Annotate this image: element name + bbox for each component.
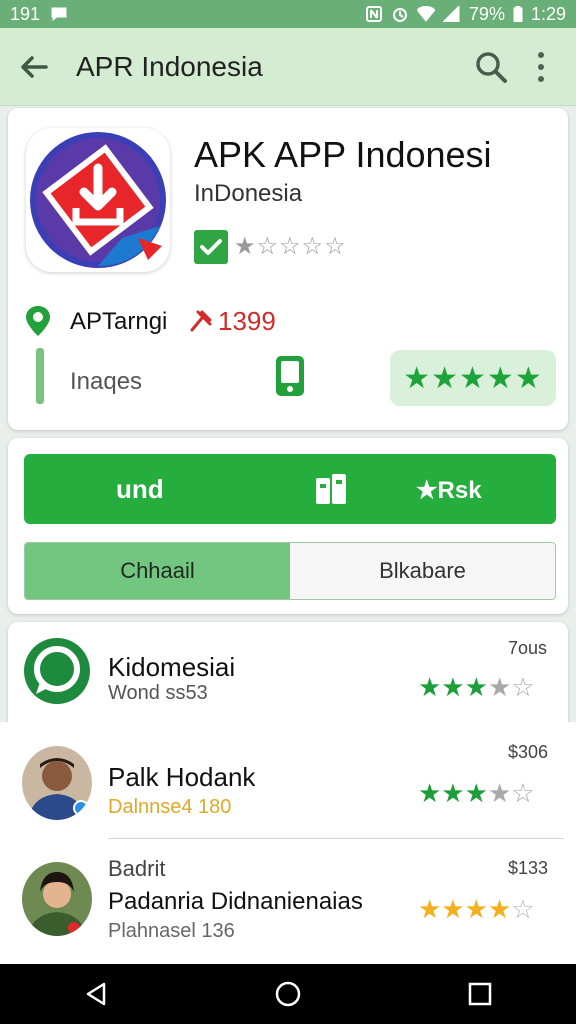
battery-icon	[513, 5, 523, 23]
wifi-icon	[416, 5, 436, 22]
status-left-text: 191	[10, 3, 41, 24]
signal-icon	[441, 4, 461, 23]
avatar[interactable]	[22, 862, 92, 936]
chat-bubble-icon	[24, 638, 90, 704]
phone-icon[interactable]	[274, 354, 306, 398]
app-name: APK APP Indonesi	[194, 134, 492, 175]
review-time: 7ous	[508, 638, 548, 658]
review-stars: ★★★★☆	[418, 778, 535, 809]
images-indicator	[36, 348, 44, 404]
review-stars-rest: ★☆	[487, 778, 535, 808]
review-title: Palk Hodank	[108, 762, 256, 792]
nfc-icon	[365, 6, 383, 22]
review-subtitle: Dalnnse4 180	[108, 796, 232, 818]
review-title: Kidomesiai	[108, 652, 236, 682]
review-card[interactable]: Kidomesiai Wond ss53 7ous ★★★★☆	[8, 622, 568, 722]
app-bar: APR Indonesia	[0, 28, 576, 106]
app-developer[interactable]: InDonesia	[194, 180, 302, 208]
rate-label[interactable]: ★Rsk	[416, 476, 482, 505]
app-logo-icon[interactable]	[26, 128, 170, 272]
tab-details[interactable]: Chhaail	[25, 543, 290, 599]
review-subtitle: Wond ss53	[108, 682, 208, 704]
notification-icon	[50, 6, 68, 22]
tab-reviews[interactable]: Blkabare	[290, 543, 555, 599]
battery-percent: 79%	[468, 3, 505, 24]
install-label: und	[116, 474, 164, 504]
review-stars-full: ★★★	[418, 672, 488, 702]
primary-action-button[interactable]: und ★Rsk	[24, 454, 556, 524]
alarm-icon	[391, 6, 409, 22]
actions-card: und ★Rsk Chhaail Blkabare	[8, 438, 568, 614]
review-time: $133	[508, 858, 549, 878]
back-arrow-icon[interactable]	[16, 49, 52, 85]
download-count: 1399	[218, 306, 276, 336]
review-time: $306	[508, 742, 549, 762]
location-pin-icon	[26, 306, 50, 336]
avatar[interactable]	[22, 746, 92, 820]
review-stars-rest: ★☆	[487, 672, 535, 702]
share-icon[interactable]	[314, 470, 348, 508]
system-nav-bar	[0, 964, 576, 1024]
home-circle-icon[interactable]	[274, 980, 302, 1008]
search-icon[interactable]	[474, 50, 508, 84]
app-info-card: APK APP Indonesi InDonesia ★☆☆☆☆ APTarng…	[8, 108, 568, 430]
review-stars-full: ★★★	[418, 778, 488, 808]
recents-square-icon[interactable]	[466, 980, 494, 1008]
review-label: Badrit	[108, 856, 166, 881]
pin-icon	[190, 310, 212, 332]
images-label[interactable]: Inaqes	[70, 368, 142, 396]
more-options-icon[interactable]	[536, 51, 546, 82]
review-stars: ★★★★☆	[418, 672, 535, 703]
status-bar: 191 79% 1:29	[0, 0, 576, 28]
review-stars-full: ★★★★	[418, 894, 512, 924]
review-title: Padanria Didnanienaias	[108, 888, 363, 915]
review-stars-rest: ☆	[511, 894, 535, 924]
status-time: 1:29	[530, 3, 566, 24]
rating-pill[interactable]: ★★★★★	[390, 350, 556, 406]
review-subtitle: Plahnasel 136	[108, 920, 235, 942]
app-rating-stars: ★☆☆☆☆	[234, 233, 347, 260]
review-stars: ★★★★☆	[418, 894, 535, 925]
list-divider	[108, 838, 564, 839]
segmented-tabs: Chhaail Blkabare	[24, 542, 556, 600]
page-title: APR Indonesia	[76, 50, 263, 82]
location-label: APTarngi	[70, 308, 168, 335]
review-list	[0, 722, 576, 964]
verified-check-icon	[194, 230, 228, 264]
back-triangle-icon[interactable]	[82, 980, 110, 1008]
